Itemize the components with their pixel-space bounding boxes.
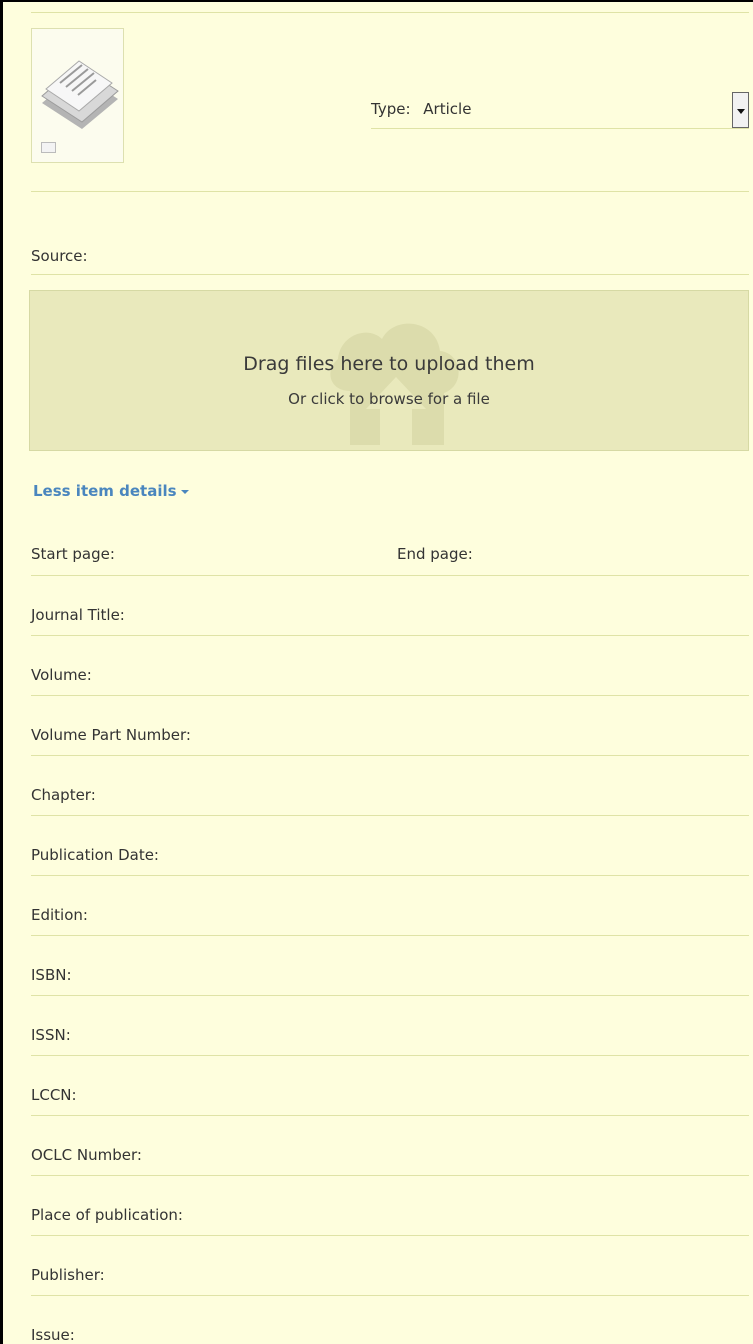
less-item-details-label: Less item details [33,482,177,500]
type-value[interactable]: Article [423,100,471,118]
end-page-label: End page: [397,545,473,563]
volume-field[interactable] [31,695,749,696]
chapter-label: Chapter: [31,786,96,804]
isbn-label: ISBN: [31,966,72,984]
issue-label: Issue: [31,1326,75,1344]
issn-label: ISSN: [31,1026,71,1044]
edition-label: Edition: [31,906,88,924]
start-page-label: Start page: [31,545,115,563]
journal-title-label: Journal Title: [31,606,125,624]
volume-label: Volume: [31,666,92,684]
issn-field[interactable] [31,1055,749,1056]
oclc-number-field[interactable] [31,1175,749,1176]
item-thumbnail[interactable] [31,28,124,163]
divider [31,191,749,192]
dropdown-arrow-icon[interactable] [732,92,749,128]
publisher-field[interactable] [31,1295,749,1296]
top-divider [31,12,749,13]
isbn-field[interactable] [31,995,749,996]
edition-field[interactable] [31,935,749,936]
place-of-publication-label: Place of publication: [31,1206,183,1224]
type-underline [371,128,749,129]
item-form-panel: Type: Article Source: Drag files here to… [0,0,753,1344]
type-field[interactable]: Type: Article [371,100,471,118]
file-upload-dropzone[interactable]: Drag files here to upload them Or click … [29,290,749,451]
volume-part-number-field[interactable] [31,755,749,756]
page-fields[interactable] [31,575,749,576]
publication-date-label: Publication Date: [31,846,159,864]
less-item-details-link[interactable]: Less item details [33,482,189,500]
source-field[interactable] [31,274,749,275]
upload-title: Drag files here to upload them [243,353,535,375]
caret-down-icon [180,489,189,494]
journal-title-field[interactable] [31,635,749,636]
image-icon [41,142,56,153]
upload-subtitle[interactable]: Or click to browse for a file [30,390,748,408]
type-label: Type: [371,100,411,118]
lccn-field[interactable] [31,1115,749,1116]
source-label: Source: [31,247,88,265]
publication-date-field[interactable] [31,875,749,876]
place-of-publication-field[interactable] [31,1235,749,1236]
lccn-label: LCCN: [31,1086,77,1104]
volume-part-number-label: Volume Part Number: [31,726,191,744]
oclc-number-label: OCLC Number: [31,1146,142,1164]
chapter-field[interactable] [31,815,749,816]
publisher-label: Publisher: [31,1266,105,1284]
cloud-upload-icon [330,323,459,445]
